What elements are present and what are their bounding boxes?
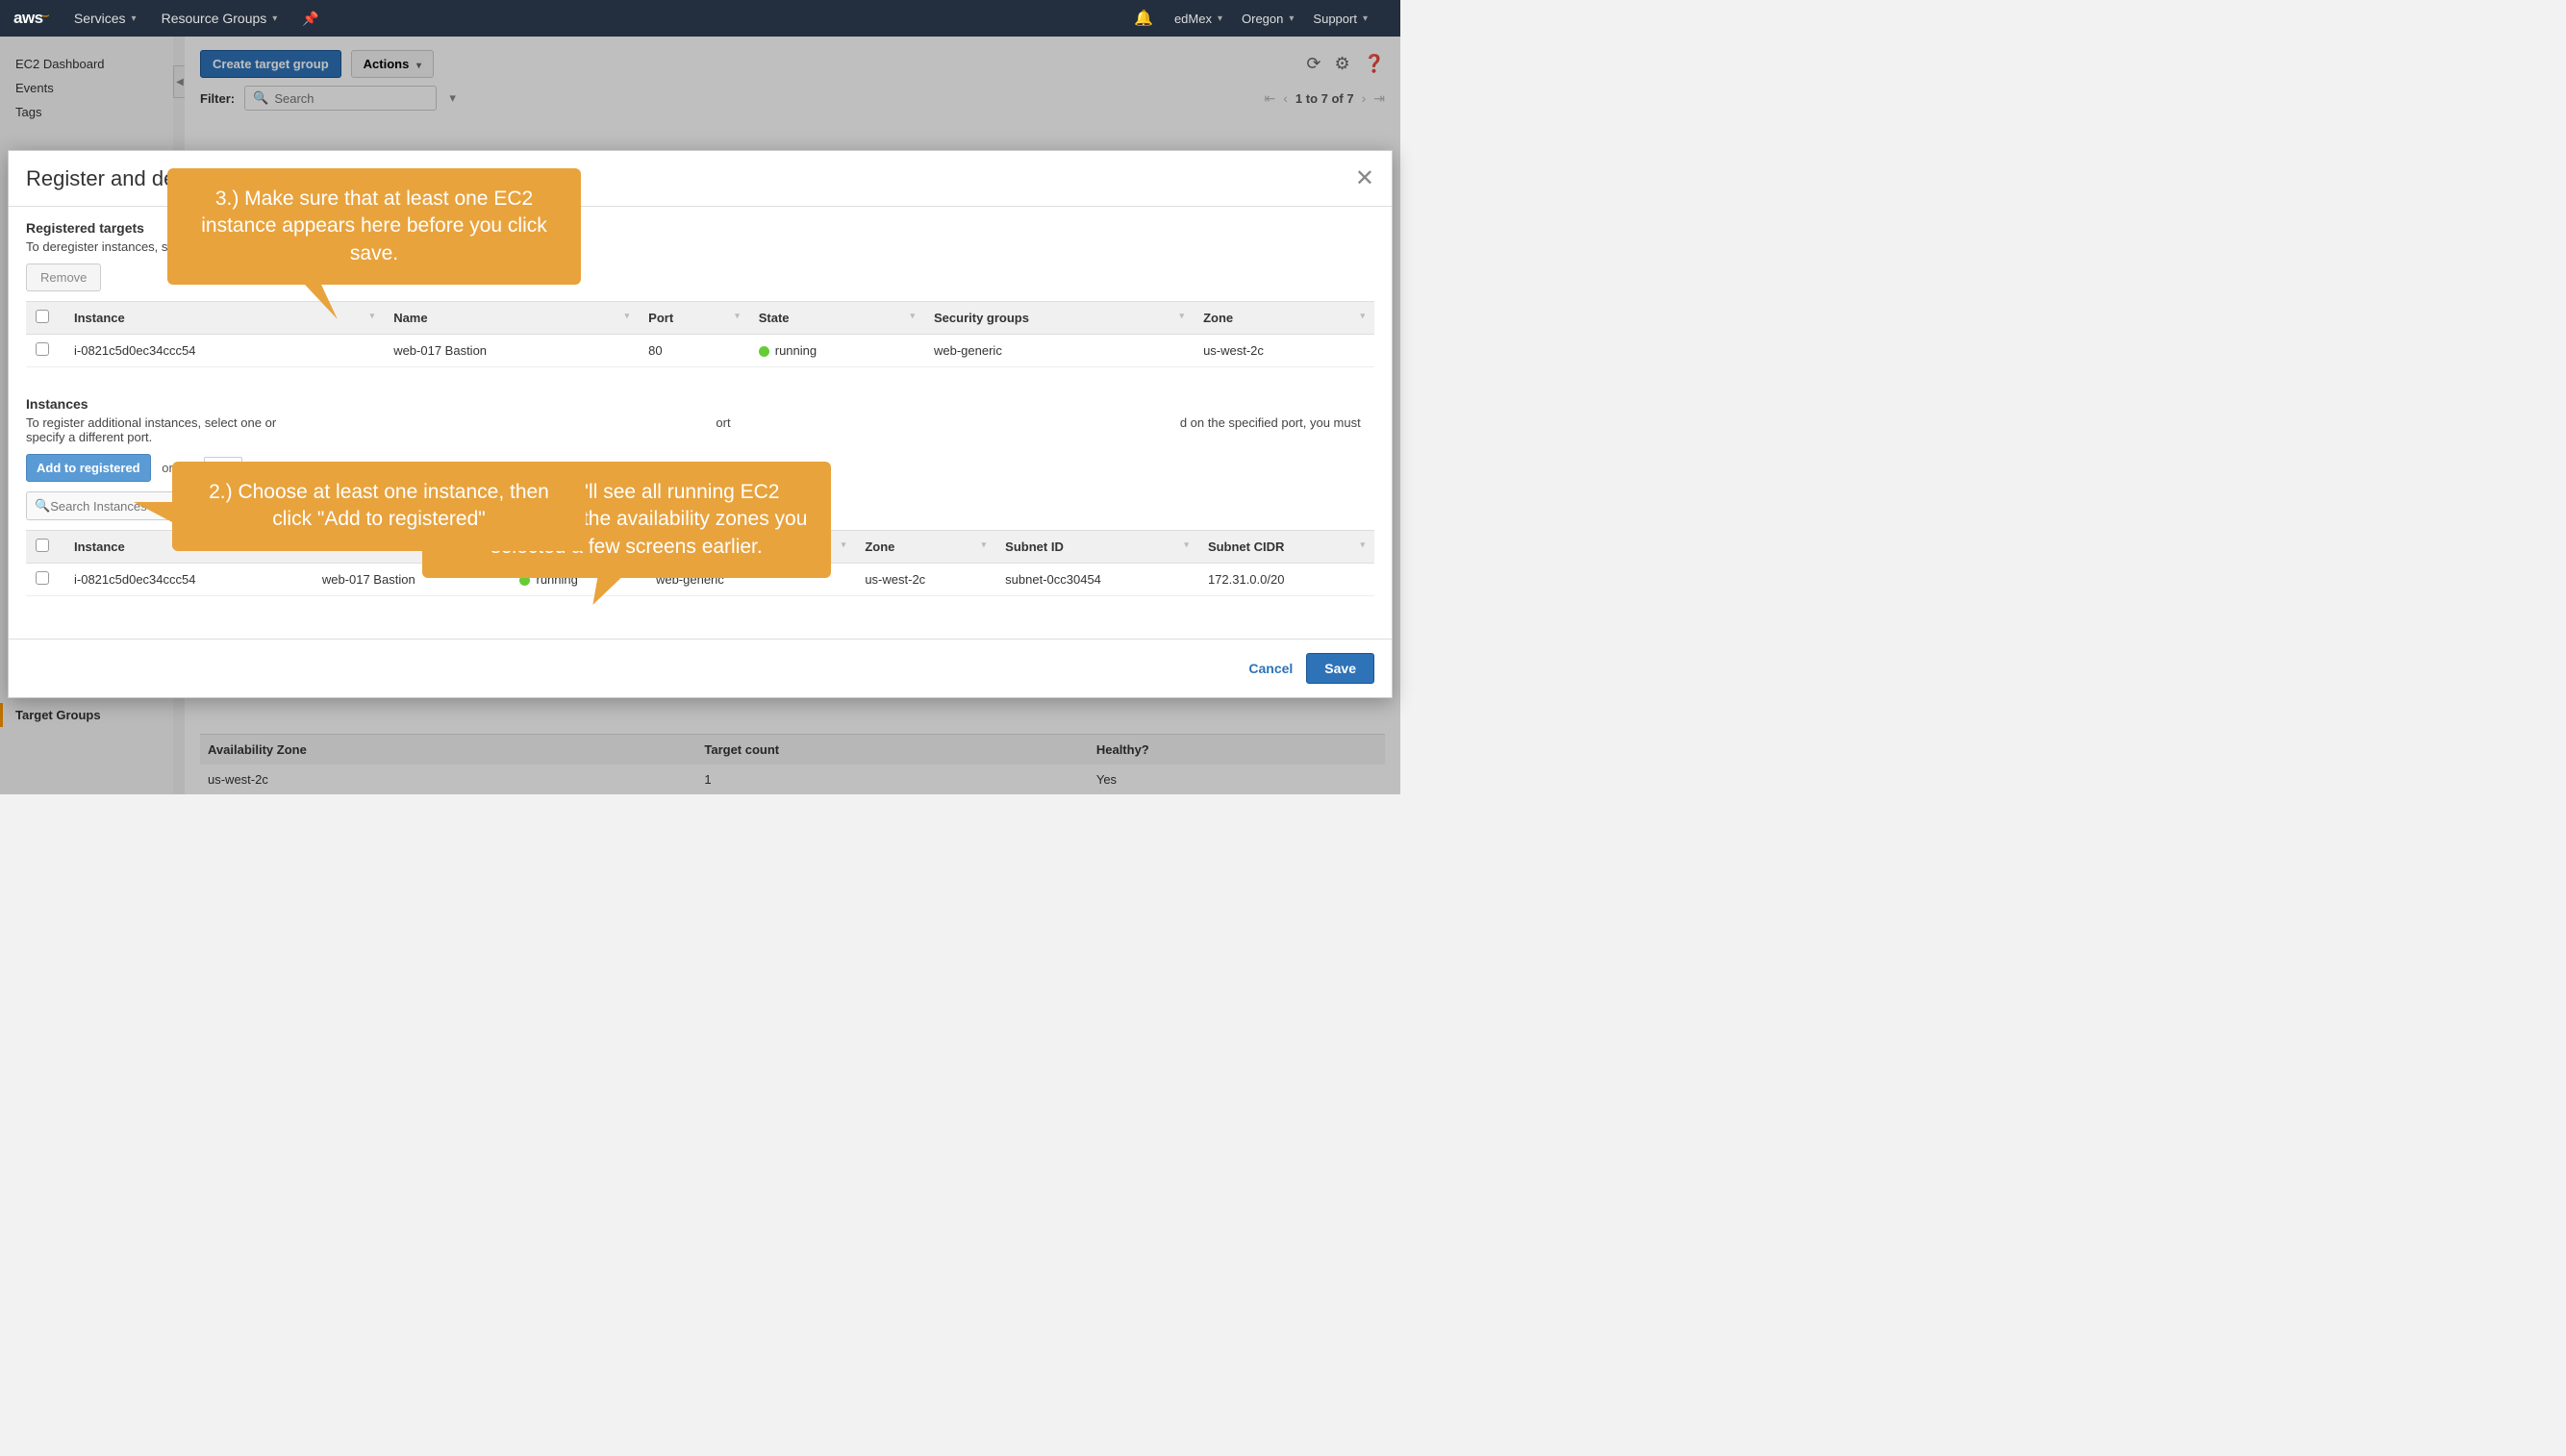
nav-region[interactable]: Oregon▾ bbox=[1242, 12, 1294, 26]
register-targets-modal: Register and deregister targets ✕ 3.) Ma… bbox=[8, 150, 1393, 698]
table-row[interactable]: i-0821c5d0ec34ccc54 web-017 Bastion 80 r… bbox=[26, 335, 1374, 367]
pin-icon[interactable]: 📌 bbox=[302, 11, 318, 27]
col-port[interactable]: Port▾ bbox=[639, 302, 749, 335]
top-nav: aws⌣ Services▾ Resource Groups▾ 📌 🔔 edMe… bbox=[0, 0, 1400, 37]
remove-button[interactable]: Remove bbox=[26, 264, 101, 291]
nav-support[interactable]: Support▾ bbox=[1313, 12, 1368, 26]
select-all-checkbox[interactable] bbox=[36, 310, 49, 323]
col-subnet-cidr[interactable]: Subnet CIDR▾ bbox=[1198, 531, 1374, 564]
col-name[interactable]: Name▾ bbox=[384, 302, 639, 335]
save-button[interactable]: Save bbox=[1306, 653, 1374, 684]
nav-resource-groups[interactable]: Resource Groups▾ bbox=[162, 11, 278, 26]
select-all-checkbox[interactable] bbox=[36, 539, 49, 552]
col-security-groups[interactable]: Security groups▾ bbox=[924, 302, 1194, 335]
search-icon: 🔍 bbox=[35, 498, 50, 514]
instances-heading: Instances bbox=[26, 396, 1374, 412]
annotation-callout-2: 2.) Choose at least one instance, then c… bbox=[172, 462, 586, 551]
nav-user[interactable]: edMex▾ bbox=[1174, 12, 1222, 26]
instances-sub: To register additional instances, select… bbox=[26, 415, 1374, 444]
annotation-callout-3: 3.) Make sure that at least one EC2 inst… bbox=[167, 168, 581, 285]
registered-targets-table: Instance▾ Name▾ Port▾ State▾ Security gr… bbox=[26, 301, 1374, 367]
col-subnet-id[interactable]: Subnet ID▾ bbox=[995, 531, 1198, 564]
aws-logo[interactable]: aws⌣ bbox=[13, 9, 51, 28]
cancel-button[interactable]: Cancel bbox=[1248, 661, 1293, 676]
state-running-icon bbox=[759, 346, 769, 357]
col-zone[interactable]: Zone▾ bbox=[855, 531, 995, 564]
col-state[interactable]: State▾ bbox=[749, 302, 924, 335]
col-zone[interactable]: Zone▾ bbox=[1194, 302, 1374, 335]
add-to-registered-button[interactable]: Add to registered bbox=[26, 454, 151, 482]
chevron-down-icon: ▾ bbox=[272, 13, 277, 24]
nav-services[interactable]: Services▾ bbox=[74, 11, 137, 26]
row-checkbox[interactable] bbox=[36, 342, 49, 356]
chevron-down-icon: ▾ bbox=[132, 13, 137, 24]
bell-icon[interactable]: 🔔 bbox=[1134, 9, 1153, 28]
row-checkbox[interactable] bbox=[36, 571, 49, 585]
close-icon[interactable]: ✕ bbox=[1355, 164, 1374, 192]
